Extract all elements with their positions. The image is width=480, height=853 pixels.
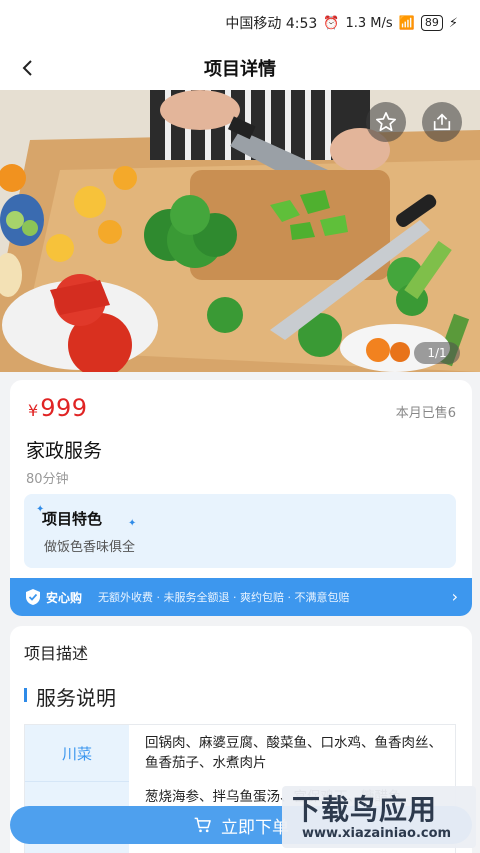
order-now-label: 立即下单 (221, 817, 289, 838)
table-dishes-cell: 回锅肉、麻婆豆腐、酸菜鱼、口水鸡、鱼香肉丝、鱼香茄子、水煮肉片 (145, 735, 442, 771)
monthly-sales: 本月已售6 (395, 406, 456, 421)
star-icon (376, 112, 396, 132)
cooking-photo (0, 90, 480, 372)
carrier-time: 中国移动 4:53 (225, 16, 318, 32)
product-info-card: ¥ 999 本月已售6 家政服务 80分钟 ✦ 项目特色 ✦ 做饭色香味俱全 安… (10, 380, 472, 616)
assurance-text: 无额外收费 · 未服务全额退 · 爽约包赔 · 不满意包赔 (98, 591, 350, 604)
share-button[interactable] (422, 102, 462, 142)
assurance-title: 安心购 (46, 590, 83, 605)
battery-icon: 89 (420, 15, 443, 31)
table-category-cell: 川菜 (25, 725, 129, 781)
service-description-title: 服务说明 (36, 686, 116, 710)
watermark-url: www.xiazainiao.com (302, 826, 452, 841)
share-icon (433, 113, 451, 131)
wifi-icon: 📶 (398, 15, 415, 31)
price-symbol: ¥ (28, 401, 39, 420)
sparkle-icon: ✦ (128, 518, 137, 529)
shield-check-icon (24, 588, 42, 606)
assurance-banner[interactable]: 安心购 无额外收费 · 未服务全额退 · 爽约包赔 · 不满意包赔 › (10, 578, 472, 616)
alarm-icon: ⏰ (323, 15, 340, 31)
nav-bar: 项目详情 (0, 46, 480, 90)
service-name: 家政服务 (26, 440, 103, 462)
feature-text: 做饭色香味俱全 (44, 540, 136, 555)
favorite-button[interactable] (366, 102, 406, 142)
watermark-title: 下载鸟应用 (292, 793, 438, 826)
chevron-left-icon (22, 60, 32, 76)
feature-title: 项目特色 (42, 510, 103, 528)
product-image-gallery[interactable]: 1/1 (0, 90, 480, 372)
price-value: 999 (40, 394, 88, 422)
description-header: 项目描述 (24, 644, 89, 663)
chevron-right-icon: › (451, 587, 458, 606)
service-duration: 80分钟 (26, 472, 69, 487)
page-title: 项目详情 (204, 59, 276, 80)
price: ¥ 999 (28, 394, 88, 422)
status-bar: 中国移动 4:53 ⏰ 1.3 M/s 📶 89 ⚡ (0, 0, 480, 46)
image-counter: 1/1 (414, 342, 460, 364)
charging-icon: ⚡ (448, 15, 458, 31)
cart-icon (194, 817, 211, 833)
feature-box: ✦ 项目特色 ✦ 做饭色香味俱全 (24, 494, 456, 568)
section-marker (24, 688, 27, 702)
site-watermark: 下载鸟应用 www.xiazainiao.com (282, 786, 476, 848)
back-button[interactable] (12, 52, 44, 84)
net-speed: 1.3 M/s (345, 15, 393, 31)
